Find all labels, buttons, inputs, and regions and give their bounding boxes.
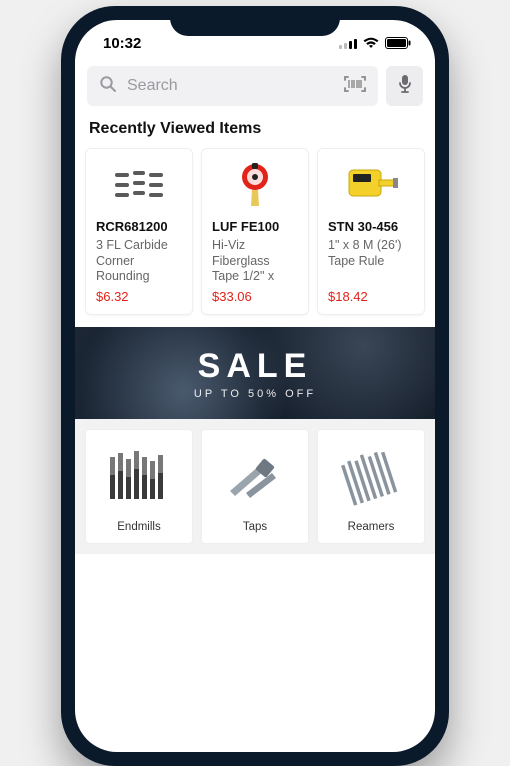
search-field[interactable]: [127, 77, 334, 95]
recently-viewed-heading: Recently Viewed Items: [75, 116, 435, 148]
product-image: [212, 157, 298, 213]
voice-search-button[interactable]: [386, 66, 423, 106]
category-grid: Endmills Taps: [75, 419, 435, 554]
battery-icon: [385, 37, 411, 49]
phone-notch: [170, 6, 340, 36]
product-sku: LUF FE100: [212, 219, 298, 234]
category-label: Endmills: [117, 521, 160, 533]
category-image: [336, 430, 406, 513]
category-tile-taps[interactable]: Taps: [201, 429, 309, 544]
product-image: [328, 157, 414, 213]
product-card[interactable]: LUF FE100 Hi-Viz Fiberglass Tape 1/2" x …: [201, 148, 309, 315]
product-image: [96, 157, 182, 213]
product-sku: STN 30-456: [328, 219, 414, 234]
barcode-scan-icon[interactable]: [344, 75, 366, 98]
sale-subtext: UP TO 50% OFF: [194, 388, 316, 400]
recently-viewed-list: RCR681200 3 FL Carbide Corner Rounding $…: [75, 148, 435, 327]
product-price: $6.32: [96, 289, 182, 304]
product-sku: RCR681200: [96, 219, 182, 234]
cellular-signal-icon: [339, 37, 357, 49]
product-card[interactable]: RCR681200 3 FL Carbide Corner Rounding $…: [85, 148, 193, 315]
category-image: [220, 430, 290, 513]
product-description: 3 FL Carbide Corner Rounding: [96, 238, 182, 283]
category-image: [104, 430, 174, 513]
status-time: 10:32: [103, 35, 141, 52]
category-tile-endmills[interactable]: Endmills: [85, 429, 193, 544]
product-description: 1" x 8 M (26') Tape Rule: [328, 238, 414, 283]
product-description: Hi-Viz Fiberglass Tape 1/2" x: [212, 238, 298, 283]
search-icon: [99, 75, 117, 98]
search-input[interactable]: [87, 66, 378, 106]
category-tile-reamers[interactable]: Reamers: [317, 429, 425, 544]
sale-headline: SALE: [198, 347, 313, 386]
wifi-icon: [363, 37, 379, 49]
product-price: $18.42: [328, 289, 414, 304]
screen: 10:32: [75, 20, 435, 752]
microphone-icon: [397, 74, 413, 99]
product-card[interactable]: STN 30-456 1" x 8 M (26') Tape Rule $18.…: [317, 148, 425, 315]
product-price: $33.06: [212, 289, 298, 304]
category-label: Reamers: [348, 521, 395, 533]
category-label: Taps: [243, 521, 267, 533]
sale-banner[interactable]: SALE UP TO 50% OFF: [75, 327, 435, 419]
phone-frame: 10:32: [61, 6, 449, 766]
